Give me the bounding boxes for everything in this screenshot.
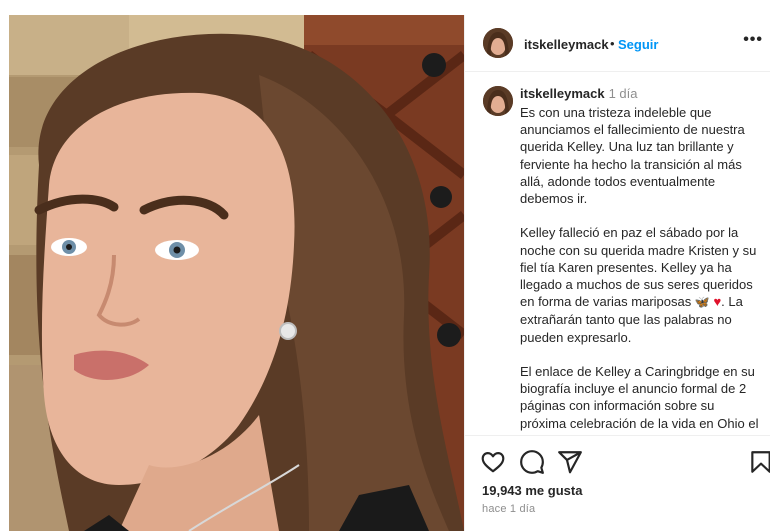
avatar-image [483, 28, 513, 58]
post-image [9, 15, 464, 531]
more-options-icon[interactable]: ••• [743, 31, 763, 49]
separator-dot: • [610, 36, 615, 51]
bookmark-icon[interactable] [748, 449, 770, 475]
post-side-panel: itskelleymack • Seguir ••• itskelleymack… [464, 15, 770, 531]
caption-time: 1 día [608, 86, 638, 101]
caption-paragraph-3: El enlace de Kelley a Caringbridge en su… [520, 364, 759, 435]
caption-text: Es con una tristeza indeleble que anunci… [520, 104, 760, 435]
likes-count[interactable]: 19,943 me gusta [482, 483, 582, 498]
caption-avatar-image [483, 86, 513, 116]
heart-icon[interactable] [480, 449, 506, 475]
username-link[interactable]: itskelleymack [524, 37, 609, 52]
caption-paragraph-1: Es con una tristeza indeleble que anunci… [520, 105, 745, 207]
caption-section: itskelleymack 1 día Es con una tristeza i… [465, 72, 770, 435]
actions-bar: 19,943 me gusta hace 1 día [465, 435, 770, 532]
red-heart-icon: ♥ [713, 294, 722, 310]
caption-username-link[interactable]: itskelleymack [520, 86, 605, 101]
caption-paragraph-2: Kelley falleció en paz el sábado por la … [520, 224, 760, 345]
butterfly-icon: 🦋 [694, 295, 710, 310]
share-icon[interactable] [557, 449, 583, 475]
post-timestamp: hace 1 día [482, 503, 536, 515]
post-photo[interactable] [9, 15, 464, 531]
caption-header: itskelleymack 1 día [520, 86, 638, 101]
post-header: itskelleymack • Seguir ••• [465, 15, 770, 72]
caption-avatar[interactable] [483, 86, 513, 116]
avatar[interactable] [483, 28, 513, 58]
comment-icon[interactable] [519, 449, 545, 475]
follow-button[interactable]: Seguir [618, 37, 658, 52]
